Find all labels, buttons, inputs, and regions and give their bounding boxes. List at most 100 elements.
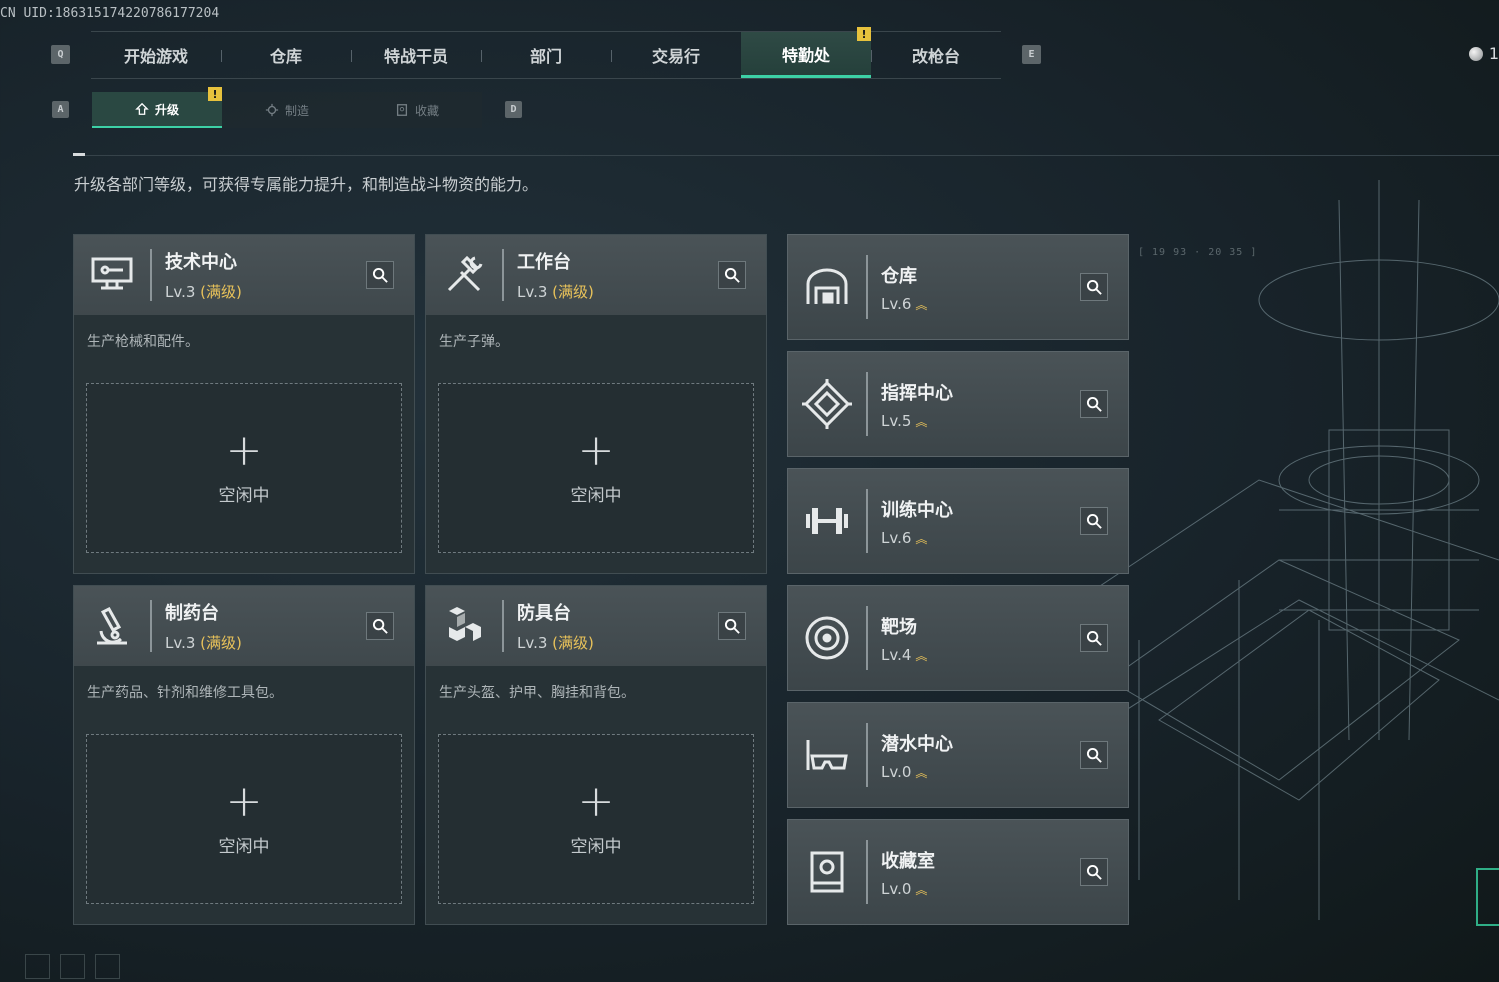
card-level: Lv.0 ︽	[881, 762, 927, 781]
card-description: 生产子弹。	[439, 334, 509, 350]
search-button[interactable]	[718, 612, 746, 640]
side-panel-frame[interactable]	[1476, 868, 1499, 926]
sub-tabs: 升级 ! 制造 收藏	[92, 87, 482, 128]
card-level: Lv.3 (满级)	[165, 634, 242, 652]
search-icon	[1086, 279, 1102, 295]
search-button[interactable]	[366, 612, 394, 640]
idle-slot[interactable]: + 空闲中	[438, 734, 754, 904]
card-dept-range[interactable]: 靶场 Lv.4 ︽	[787, 585, 1129, 691]
card-header: 技术中心 Lv.3 (满级)	[74, 235, 414, 315]
card-title: 指挥中心	[881, 382, 953, 404]
toolbar-slot-icon[interactable]	[60, 954, 85, 979]
search-icon	[1086, 747, 1102, 763]
card-dept-command[interactable]: 指挥中心 Lv.5 ︽	[787, 351, 1129, 457]
coordinate-readout: [ 19 93 · 20 35 ]	[1138, 247, 1258, 258]
microscope-icon	[97, 607, 127, 645]
toolbar-slot-icon[interactable]	[95, 954, 120, 979]
card-title: 工作台	[517, 252, 571, 273]
search-icon	[372, 267, 388, 283]
plus-icon: +	[577, 775, 615, 827]
search-button[interactable]	[1080, 390, 1108, 418]
card-header: 制药台 Lv.3 (满级)	[74, 586, 414, 666]
main-nav-tabs: 开始游戏 仓库 特战干员 部门 交易行 特勤处 ! 改枪台	[91, 27, 1001, 79]
idle-slot[interactable]: + 空闲中	[438, 383, 754, 553]
upgrade-chevron-icon: ︽	[915, 882, 927, 897]
user-uid: CN UID:18631517422078617720​4	[0, 6, 220, 21]
search-icon	[724, 618, 740, 634]
currency-display: 1	[1468, 44, 1499, 63]
tab-warehouse[interactable]: 仓库	[221, 32, 351, 78]
upgrade-icon	[135, 102, 149, 115]
target-icon	[805, 616, 849, 660]
display-case-icon	[810, 851, 844, 893]
search-button[interactable]	[1080, 507, 1108, 535]
search-button[interactable]	[1080, 741, 1108, 769]
card-dept-collection[interactable]: 收藏室 Lv.0 ︽	[787, 819, 1129, 925]
key-d-hint[interactable]: D	[505, 101, 522, 118]
computer-icon	[91, 257, 133, 290]
card-dept-training[interactable]: 训练中心 Lv.6 ︽	[787, 468, 1129, 574]
card-pharmacy[interactable]: 制药台 Lv.3 (满级) 生产药品、针剂和维修工具包。 + 空闲中	[73, 585, 415, 925]
upgrade-chevron-icon: ︽	[915, 531, 927, 546]
bottom-toolbar	[25, 954, 120, 979]
card-level: Lv.0 ︽	[881, 879, 927, 898]
upgrade-chevron-icon: ︽	[915, 648, 927, 663]
tab-operators[interactable]: 特战干员	[351, 32, 481, 78]
card-dept-warehouse[interactable]: 仓库 Lv.6 ︽	[787, 234, 1129, 340]
search-button[interactable]	[1080, 858, 1108, 886]
search-icon	[1086, 864, 1102, 880]
warehouse-icon	[806, 268, 848, 304]
plus-icon: +	[225, 775, 263, 827]
card-title: 训练中心	[881, 499, 953, 521]
card-dept-diving[interactable]: 潜水中心 Lv.0 ︽	[787, 702, 1129, 808]
upgrade-chevron-icon: ︽	[915, 414, 927, 429]
subtab-upgrade[interactable]: 升级 !	[92, 87, 222, 128]
card-workbench[interactable]: 工作台 Lv.3 (满级) 生产子弹。 + 空闲中	[425, 234, 767, 574]
plus-icon: +	[225, 424, 263, 476]
idle-label: 空闲中	[570, 485, 622, 506]
search-button[interactable]	[366, 261, 394, 289]
card-title: 技术中心	[165, 252, 237, 273]
key-a-hint[interactable]: A	[52, 101, 69, 118]
key-e-hint[interactable]: E	[1022, 45, 1041, 64]
card-title: 防具台	[517, 603, 571, 624]
card-level: Lv.6 ︽	[881, 528, 927, 547]
card-description: 生产头盔、护甲、胸挂和背包。	[439, 685, 635, 701]
search-button[interactable]	[1080, 273, 1108, 301]
page-description: 升级各部门等级，可获得专属能力提升，和制造战斗物资的能力。	[74, 175, 539, 194]
card-level: Lv.3 (满级)	[517, 634, 594, 652]
idle-label: 空闲中	[218, 485, 270, 506]
card-level: Lv.6 ︽	[881, 294, 927, 313]
currency-value: 1	[1488, 44, 1499, 63]
tab-trading[interactable]: 交易行	[611, 32, 741, 78]
tab-start-game[interactable]: 开始游戏	[91, 32, 221, 78]
coin-icon	[1468, 46, 1483, 61]
idle-slot[interactable]: + 空闲中	[86, 383, 402, 553]
idle-slot[interactable]: + 空闲中	[86, 734, 402, 904]
divider-mark	[73, 153, 85, 156]
card-armor-bench[interactable]: 防具台 Lv.3 (满级) 生产头盔、护甲、胸挂和背包。 + 空闲中	[425, 585, 767, 925]
card-description: 生产枪械和配件。	[87, 334, 199, 350]
idle-label: 空闲中	[218, 836, 270, 857]
tab-gunsmith[interactable]: 改枪台	[871, 32, 1001, 78]
search-button[interactable]	[718, 261, 746, 289]
card-title: 制药台	[165, 603, 219, 624]
plus-icon: +	[577, 424, 615, 476]
tab-department[interactable]: 部门	[481, 32, 611, 78]
card-description: 生产药品、针剂和维修工具包。	[87, 685, 283, 701]
subtab-collection[interactable]: 收藏	[352, 92, 482, 128]
card-tech-center[interactable]: 技术中心 Lv.3 (满级) 生产枪械和配件。 + 空闲中	[73, 234, 415, 574]
subtab-craft[interactable]: 制造	[222, 92, 352, 128]
idle-label: 空闲中	[570, 836, 622, 857]
search-icon	[724, 267, 740, 283]
diving-mask-icon	[806, 740, 848, 770]
search-button[interactable]	[1080, 624, 1108, 652]
card-title: 收藏室	[881, 850, 935, 872]
tab-special-ops[interactable]: 特勤处 !	[741, 27, 871, 78]
divider	[73, 155, 1499, 156]
key-q-hint[interactable]: Q	[51, 45, 70, 64]
toolbar-slot-icon[interactable]	[25, 954, 50, 979]
search-icon	[1086, 630, 1102, 646]
cubes-icon	[449, 607, 481, 641]
card-title: 潜水中心	[881, 733, 953, 755]
